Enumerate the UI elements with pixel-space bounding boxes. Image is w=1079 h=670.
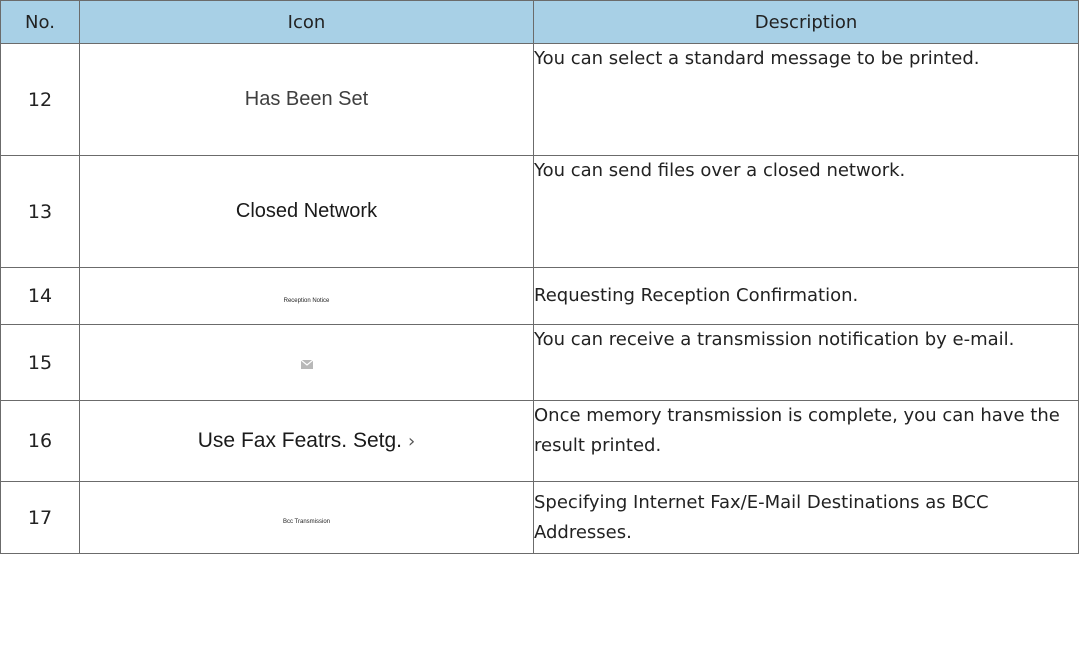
table-row: 16 Use Fax Featrs. Setg. › Once memory tr…	[0, 400, 1079, 482]
closed-network-label: Closed Network	[235, 200, 378, 222]
icon-cell: Closed Network	[79, 155, 534, 268]
icon-cell	[79, 324, 534, 401]
description-cell: Requesting Reception Confirmation.	[533, 267, 1079, 325]
row-number: 12	[0, 43, 80, 156]
row-number: 16	[0, 400, 80, 482]
description-cell: You can select a standard message to be …	[533, 43, 1079, 156]
icon-cell: Bcc Transmission	[79, 481, 534, 554]
has-been-set-label: Has Been Set	[244, 88, 369, 110]
description-cell: You can send files over a closed network…	[533, 155, 1079, 268]
header-description: Description	[533, 0, 1079, 44]
icon-cell: Reception Notice	[79, 267, 534, 325]
table-row: 13 Closed Network You can send files ove…	[0, 155, 1079, 268]
table-row: 17 Bcc Transmission Specifying Internet …	[0, 481, 1079, 554]
row-number: 15	[0, 324, 80, 401]
bcc-transmission-label: Bcc Transmission	[282, 519, 330, 525]
row-number: 17	[0, 481, 80, 554]
description-cell: You can receive a transmission notificat…	[533, 324, 1079, 401]
chevron-right-icon: ›	[408, 431, 416, 452]
header-no: No.	[0, 0, 80, 44]
table-row: 14 Reception Notice Requesting Reception…	[0, 267, 1079, 325]
icon-description-table: No. Icon Description 12 Has Been Set You…	[0, 0, 1079, 554]
header-icon: Icon	[79, 0, 534, 44]
row-number: 14	[0, 267, 80, 325]
table-header-row: No. Icon Description	[0, 0, 1079, 44]
envelope-icon	[300, 354, 313, 373]
table-row: 12 Has Been Set You can select a standar…	[0, 43, 1079, 156]
table-row: 15 You can receive a transmission notifi…	[0, 324, 1079, 401]
use-fax-featrs-setg-label: Use Fax Featrs. Setg.	[197, 429, 403, 452]
reception-notice-label: Reception Notice	[283, 297, 330, 304]
icon-cell: Use Fax Featrs. Setg. ›	[79, 400, 534, 482]
row-number: 13	[0, 155, 80, 268]
description-cell: Once memory transmission is complete, yo…	[533, 400, 1079, 482]
icon-cell: Has Been Set	[79, 43, 534, 156]
description-cell: Specifying Internet Fax/E-Mail Destinati…	[533, 481, 1079, 554]
